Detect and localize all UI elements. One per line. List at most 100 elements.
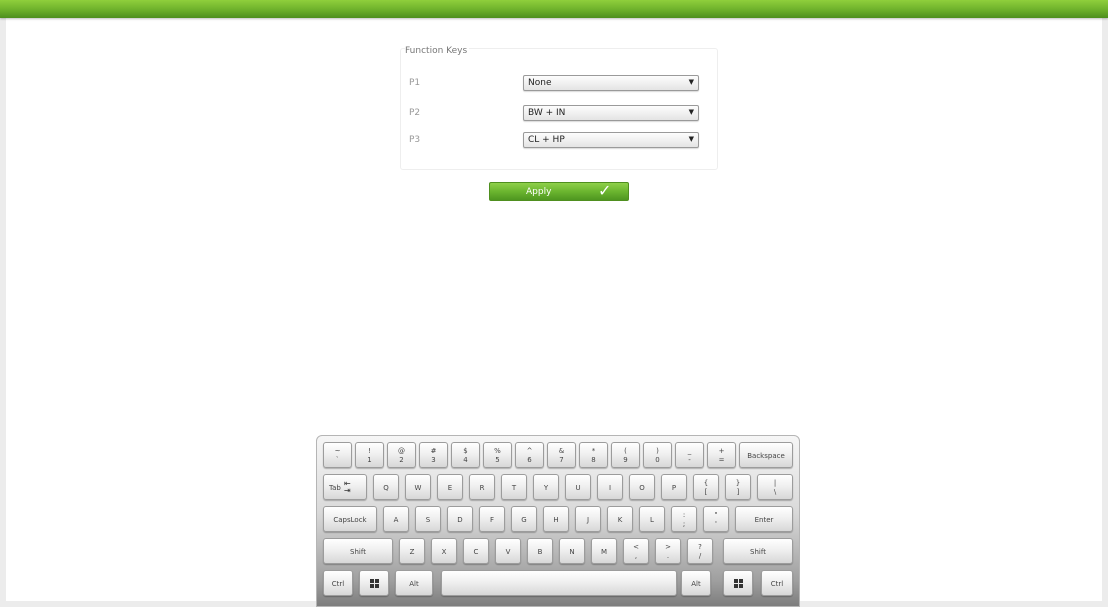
key-right-bracket[interactable]: }] [725, 474, 751, 500]
key-s[interactable]: S [415, 506, 441, 532]
key-q[interactable]: Q [373, 474, 399, 500]
key-m[interactable]: M [591, 538, 617, 564]
key-1[interactable]: ! 1 [355, 442, 384, 468]
key-backspace[interactable]: Backspace [739, 442, 793, 468]
chevron-down-icon: ▼ [688, 78, 694, 86]
key-label: R [479, 484, 485, 492]
key-right-ctrl[interactable]: Ctrl [761, 570, 793, 596]
key-bottom-char: 0 [655, 456, 660, 464]
key-n[interactable]: N [559, 538, 585, 564]
key-label: F [489, 516, 495, 524]
key-v[interactable]: V [495, 538, 521, 564]
key-left-shift[interactable]: Shift [323, 538, 393, 564]
p3-select[interactable]: CL + HP ▼ [523, 132, 699, 148]
key-label: Ctrl [331, 580, 345, 588]
key-4[interactable]: $4 [451, 442, 480, 468]
key-quote[interactable]: " ' [703, 506, 729, 532]
key-semicolon[interactable]: :; [671, 506, 697, 532]
key-7[interactable]: & 7 [547, 442, 576, 468]
key-top-char: | [773, 479, 777, 487]
key-equals[interactable]: + = [707, 442, 736, 468]
key-bottom-char: - [688, 456, 691, 464]
key-label: K [617, 516, 623, 524]
key-3[interactable]: #3 [419, 442, 448, 468]
key-period[interactable]: >. [655, 538, 681, 564]
key-left-ctrl[interactable]: Ctrl [323, 570, 353, 596]
key-minus[interactable]: _ - [675, 442, 704, 468]
key-label: G [521, 516, 527, 524]
key-backslash[interactable]: | \ [757, 474, 793, 500]
apply-button[interactable]: Apply ✓ [489, 181, 629, 201]
key-5[interactable]: % 5 [483, 442, 512, 468]
key-8[interactable]: * 8 [579, 442, 608, 468]
key-tab[interactable]: Tab ⇤ ⇥ [323, 474, 367, 500]
key-tilde[interactable]: ~ ` [323, 442, 352, 468]
function-key-row-p2: P2 BW + IN ▼ [401, 105, 717, 123]
key-bottom-char: 6 [527, 456, 532, 464]
key-k[interactable]: K [607, 506, 633, 532]
function-keys-title: Function Keys [405, 46, 470, 56]
key-j[interactable]: J [575, 506, 601, 532]
key-o[interactable]: O [629, 474, 655, 500]
key-d[interactable]: D [447, 506, 473, 532]
chevron-down-icon: ▼ [688, 108, 694, 116]
key-x[interactable]: X [431, 538, 457, 564]
key-top-char: ? [698, 543, 702, 551]
key-p[interactable]: P [661, 474, 687, 500]
key-6[interactable]: ^ 6 [515, 442, 544, 468]
key-l[interactable]: L [639, 506, 665, 532]
key-top-char: } [735, 479, 741, 487]
key-w[interactable]: W [405, 474, 431, 500]
function-key-row-p1: P1 None ▼ [401, 75, 717, 93]
key-top-char: % [494, 447, 501, 455]
tab-arrows-icon: ⇤ ⇥ [344, 479, 351, 495]
key-top-char: & [558, 447, 565, 455]
key-z[interactable]: Z [399, 538, 425, 564]
key-comma[interactable]: <, [623, 538, 649, 564]
key-r[interactable]: R [469, 474, 495, 500]
key-bottom-char: 3 [431, 456, 436, 464]
key-capslock[interactable]: CapsLock [323, 506, 377, 532]
key-a[interactable]: A [383, 506, 409, 532]
top-bar [0, 0, 1108, 18]
key-i[interactable]: I [597, 474, 623, 500]
key-slash[interactable]: ? / [687, 538, 713, 564]
key-label: N [569, 548, 575, 556]
checkmark-icon: ✓ [598, 181, 612, 200]
key-0[interactable]: ) 0 [643, 442, 672, 468]
key-label: T [511, 484, 517, 492]
key-e[interactable]: E [437, 474, 463, 500]
key-y[interactable]: Y [533, 474, 559, 500]
key-right-shift[interactable]: Shift [723, 538, 793, 564]
key-bottom-char: 1 [367, 456, 372, 464]
key-2[interactable]: @2 [387, 442, 416, 468]
p2-select[interactable]: BW + IN ▼ [523, 105, 699, 121]
key-left-alt[interactable]: Alt [395, 570, 433, 596]
key-label: Backspace [747, 452, 785, 460]
key-label: Z [409, 548, 415, 556]
key-top-char: " [714, 511, 718, 519]
key-h[interactable]: H [543, 506, 569, 532]
p1-label: P1 [409, 78, 421, 88]
key-t[interactable]: T [501, 474, 527, 500]
key-right-windows[interactable] [723, 570, 753, 596]
key-f[interactable]: F [479, 506, 505, 532]
key-b[interactable]: B [527, 538, 553, 564]
key-left-bracket[interactable]: {[ [693, 474, 719, 500]
key-right-alt[interactable]: Alt [681, 570, 711, 596]
key-label: D [457, 516, 463, 524]
p1-select[interactable]: None ▼ [523, 75, 699, 91]
key-u[interactable]: U [565, 474, 591, 500]
key-9[interactable]: (9 [611, 442, 640, 468]
key-space[interactable] [441, 570, 677, 596]
windows-logo-icon [733, 579, 743, 588]
key-left-windows[interactable] [359, 570, 389, 596]
key-enter[interactable]: Enter [735, 506, 793, 532]
key-bottom-char: . [666, 552, 670, 560]
key-g[interactable]: G [511, 506, 537, 532]
key-label: CapsLock [333, 516, 367, 524]
key-top-char: + [718, 447, 725, 455]
key-bottom-char: 8 [591, 456, 596, 464]
key-c[interactable]: C [463, 538, 489, 564]
key-bottom-char: [ [704, 488, 708, 496]
